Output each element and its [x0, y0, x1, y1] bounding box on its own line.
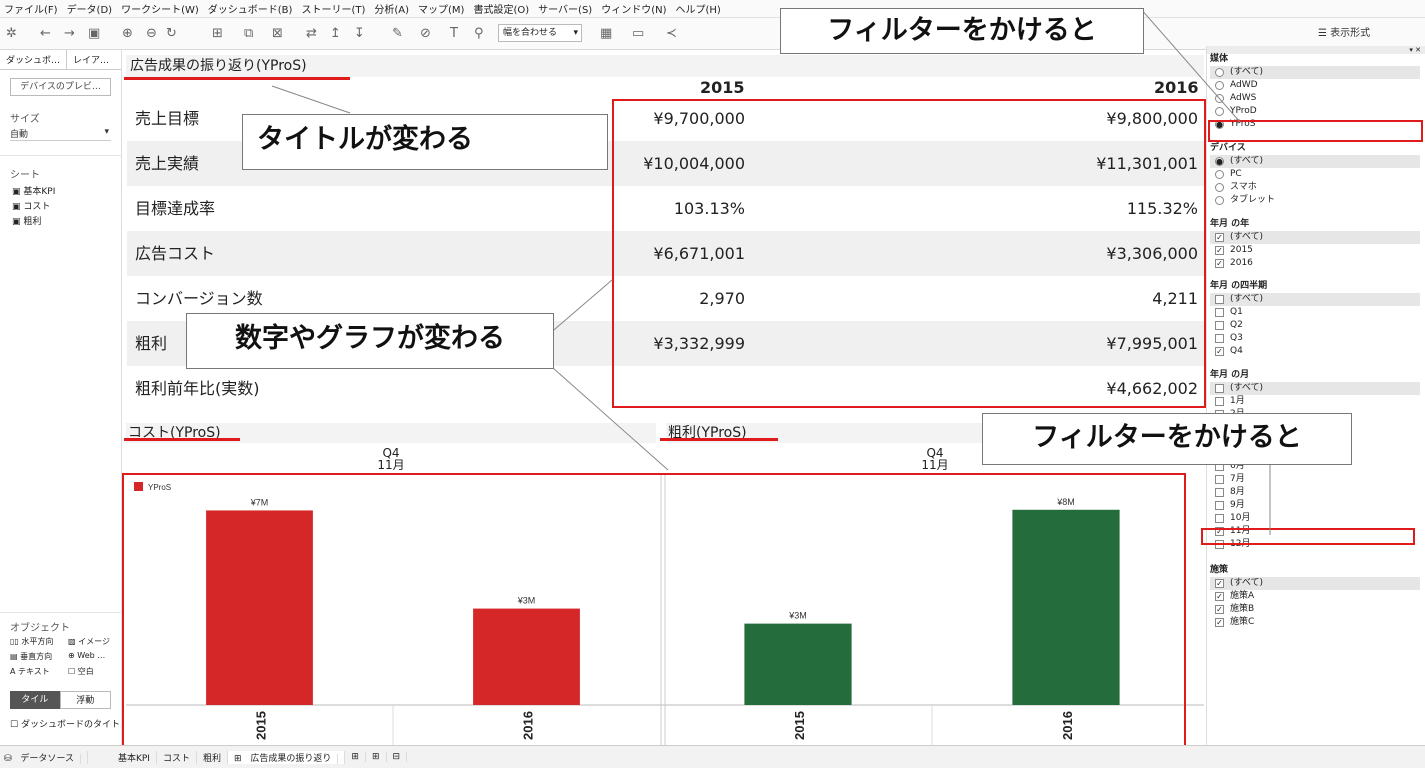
new-dashboard-icon[interactable]: ⊞: [366, 752, 387, 762]
callout-numbers-change: 数字やグラフが変わる: [186, 313, 554, 369]
active-tab-label: 広告成果の振り返り: [244, 753, 339, 764]
new-story-icon[interactable]: ⊟: [387, 752, 408, 762]
sheet-tabs-bar: ⛁ データソース 基本KPI コスト 粗利 ⊞ 広告成果の振り返り ⊞ ⊞ ⊟: [0, 745, 1425, 768]
sheet-tab-active[interactable]: ⊞ 広告成果の振り返り: [227, 750, 346, 764]
datasource-tab-label: データソース: [14, 753, 81, 764]
datasource-tab[interactable]: ⛁ データソース: [0, 750, 88, 764]
callout-title-changes: タイトルが変わる: [242, 114, 608, 170]
callout-connectors: [271, 7, 1271, 535]
callout-filter-top: フィルターをかけると: [780, 8, 1144, 54]
new-worksheet-icon[interactable]: ⊞: [345, 752, 366, 762]
callout-filter-bottom: フィルターをかけると: [982, 413, 1352, 465]
sheet-tab[interactable]: 基本KPI: [112, 750, 157, 764]
sheet-tab[interactable]: コスト: [157, 750, 197, 764]
sheet-tab[interactable]: 粗利: [197, 750, 228, 764]
